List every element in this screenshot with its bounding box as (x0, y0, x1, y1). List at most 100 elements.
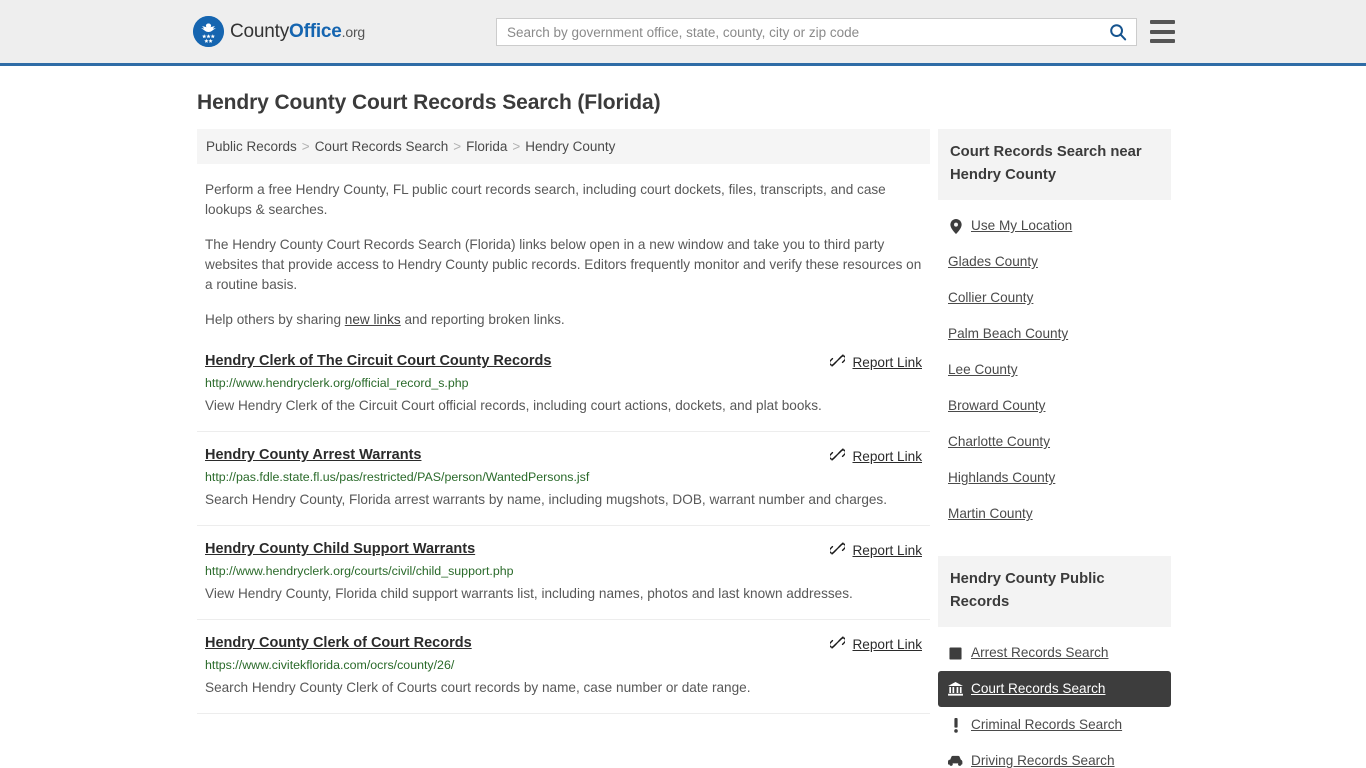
result-item: Hendry County Clerk of Court Records Repo… (197, 634, 930, 714)
page-body: Hendry County Court Records Search (Flor… (0, 91, 1366, 768)
list-item: Glades County (938, 244, 1171, 280)
exclamation-icon (948, 717, 963, 733)
intro-p3-after: and reporting broken links. (400, 312, 565, 327)
main-content: Public Records > Court Records Search > Flor… (197, 129, 930, 728)
list-item: Arrest Records Search (938, 635, 1171, 671)
sidebar-item-label: Broward County (948, 398, 1046, 413)
report-link-label: Report Link (852, 542, 922, 558)
search-icon (1110, 24, 1127, 41)
exclamation-icon (953, 717, 958, 733)
sidebar-item-label: Palm Beach County (948, 326, 1069, 341)
broken-link-icon (829, 541, 847, 559)
courthouse-icon (948, 682, 963, 696)
result-title-link[interactable]: Hendry Clerk of The Circuit Court County… (205, 352, 830, 371)
site-logo[interactable]: CountyOffice.org (193, 16, 365, 47)
result-description: View Hendry County, Florida child suppor… (205, 586, 853, 601)
result-header: Hendry County Clerk of Court Records Repo… (205, 634, 922, 653)
report-link-label: Report Link (852, 636, 922, 652)
sidebar-item-label: Collier County (948, 290, 1034, 305)
sidebar-item-label: Martin County (948, 506, 1033, 521)
result-header: Hendry County Arrest Warrants Report Link (205, 446, 922, 465)
broken-link-icon (829, 635, 847, 653)
public-records-panel-heading: Hendry County Public Records (938, 556, 1171, 627)
result-description: Search Hendry County, Florida arrest war… (205, 492, 888, 507)
car-icon (948, 754, 963, 768)
breadcrumb-item[interactable]: Public Records (206, 139, 297, 154)
sidebar-item-driving-records-search[interactable]: Driving Records Search (938, 743, 1171, 768)
panel-spacer (938, 538, 1171, 556)
sidebar-item-glades-county[interactable]: Glades County (938, 244, 1171, 280)
breadcrumb-separator: > (453, 139, 462, 154)
courthouse-icon (948, 682, 963, 697)
sidebar-item-highlands-county[interactable]: Highlands County (938, 460, 1171, 496)
result-item: Hendry County Arrest Warrants Report Link… (197, 446, 930, 526)
sidebar-item-label: Court Records Search (971, 681, 1106, 696)
results-list: Hendry Clerk of The Circuit Court County… (197, 352, 930, 714)
result-item: Hendry County Child Support Warrants Repo… (197, 540, 930, 620)
report-link-button[interactable]: Report Link (829, 352, 922, 371)
result-header: Hendry County Child Support Warrants Repo… (205, 540, 922, 559)
logo-text-county: County (230, 20, 290, 42)
breadcrumb: Public Records > Court Records Search > Flor… (197, 129, 930, 164)
list-item: Palm Beach County (938, 316, 1171, 352)
eagle-seal-icon (193, 16, 224, 47)
result-url: https://www.civitekflorida.com/ocrs/coun… (205, 658, 455, 672)
result-url: http://pas.fdle.state.fl.us/pas/restrict… (205, 470, 590, 484)
sidebar-item-charlotte-county[interactable]: Charlotte County (938, 424, 1171, 460)
broken-link-icon (829, 353, 847, 371)
result-header: Hendry Clerk of The Circuit Court County… (205, 352, 922, 371)
hamburger-bar (1150, 39, 1175, 43)
sidebar-item-arrest-records-search[interactable]: Arrest Records Search (938, 635, 1171, 671)
sidebar-item-criminal-records-search[interactable]: Criminal Records Search (938, 707, 1171, 743)
search-bar[interactable] (496, 18, 1137, 46)
result-title-link[interactable]: Hendry County Arrest Warrants (205, 446, 830, 465)
broken-link-icon (829, 448, 847, 461)
sidebar-item-court-records-search[interactable]: Court Records Search (938, 671, 1171, 707)
sidebar-item-label: Criminal Records Search (971, 717, 1123, 732)
breadcrumb-item[interactable]: Florida (466, 139, 507, 154)
list-item: Martin County (938, 496, 1171, 532)
sidebar-item-label: Charlotte County (948, 434, 1051, 449)
location-pin-icon (949, 218, 962, 234)
intro-paragraph-2: The Hendry County Court Records Search (… (205, 237, 922, 292)
search-input[interactable] (497, 19, 1100, 45)
intro-paragraph-3: Help others by sharing new links and rep… (205, 310, 922, 330)
result-description: View Hendry Clerk of the Circuit Court o… (205, 398, 822, 413)
breadcrumb-item[interactable]: Court Records Search (315, 139, 449, 154)
sidebar-item-lee-county[interactable]: Lee County (938, 352, 1171, 388)
car-icon (948, 755, 963, 766)
list-item: Driving Records Search (938, 743, 1171, 768)
list-item: Charlotte County (938, 424, 1171, 460)
report-link-button[interactable]: Report Link (829, 634, 922, 653)
hamburger-bar (1150, 29, 1175, 34)
sidebar-item-palm-beach-county[interactable]: Palm Beach County (938, 316, 1171, 352)
sidebar-item-martin-county[interactable]: Martin County (938, 496, 1171, 532)
report-link-button[interactable]: Report Link (829, 540, 922, 559)
intro-p3-before: Help others by sharing (205, 312, 345, 327)
search-button[interactable] (1100, 19, 1136, 45)
result-description: Search Hendry County Clerk of Courts cou… (205, 680, 751, 695)
nearby-county-list: Use My Location Glades County Collier Coun… (938, 200, 1171, 532)
sidebar-item-broward-county[interactable]: Broward County (938, 388, 1171, 424)
sidebar-item-collier-county[interactable]: Collier County (938, 280, 1171, 316)
report-link-button[interactable]: Report Link (829, 446, 922, 465)
result-url: http://www.hendryclerk.org/courts/civil/… (205, 564, 514, 578)
result-title-link[interactable]: Hendry County Clerk of Court Records (205, 634, 830, 653)
location-pin-icon (948, 218, 963, 234)
intro-paragraph-1: Perform a free Hendry County, FL public … (205, 182, 886, 217)
sidebar-item-use-my-location[interactable]: Use My Location (938, 208, 1171, 244)
site-header: CountyOffice.org (0, 0, 1366, 66)
list-item: Highlands County (938, 460, 1171, 496)
report-link-label: Report Link (852, 354, 922, 370)
sidebar-item-label: Arrest Records Search (971, 645, 1109, 660)
hamburger-menu-icon[interactable] (1150, 20, 1175, 43)
breadcrumb-item[interactable]: Hendry County (525, 139, 615, 154)
public-records-list: Arrest Records Search Court Records Searc… (938, 627, 1171, 768)
sidebar-item-label: Lee County (948, 362, 1018, 377)
result-title-link[interactable]: Hendry County Child Support Warrants (205, 540, 830, 559)
new-links-link[interactable]: new links (345, 312, 401, 327)
sidebar-item-label: Highlands County (948, 470, 1056, 485)
breadcrumb-separator: > (301, 139, 310, 154)
list-item: Criminal Records Search (938, 707, 1171, 743)
list-item: Broward County (938, 388, 1171, 424)
